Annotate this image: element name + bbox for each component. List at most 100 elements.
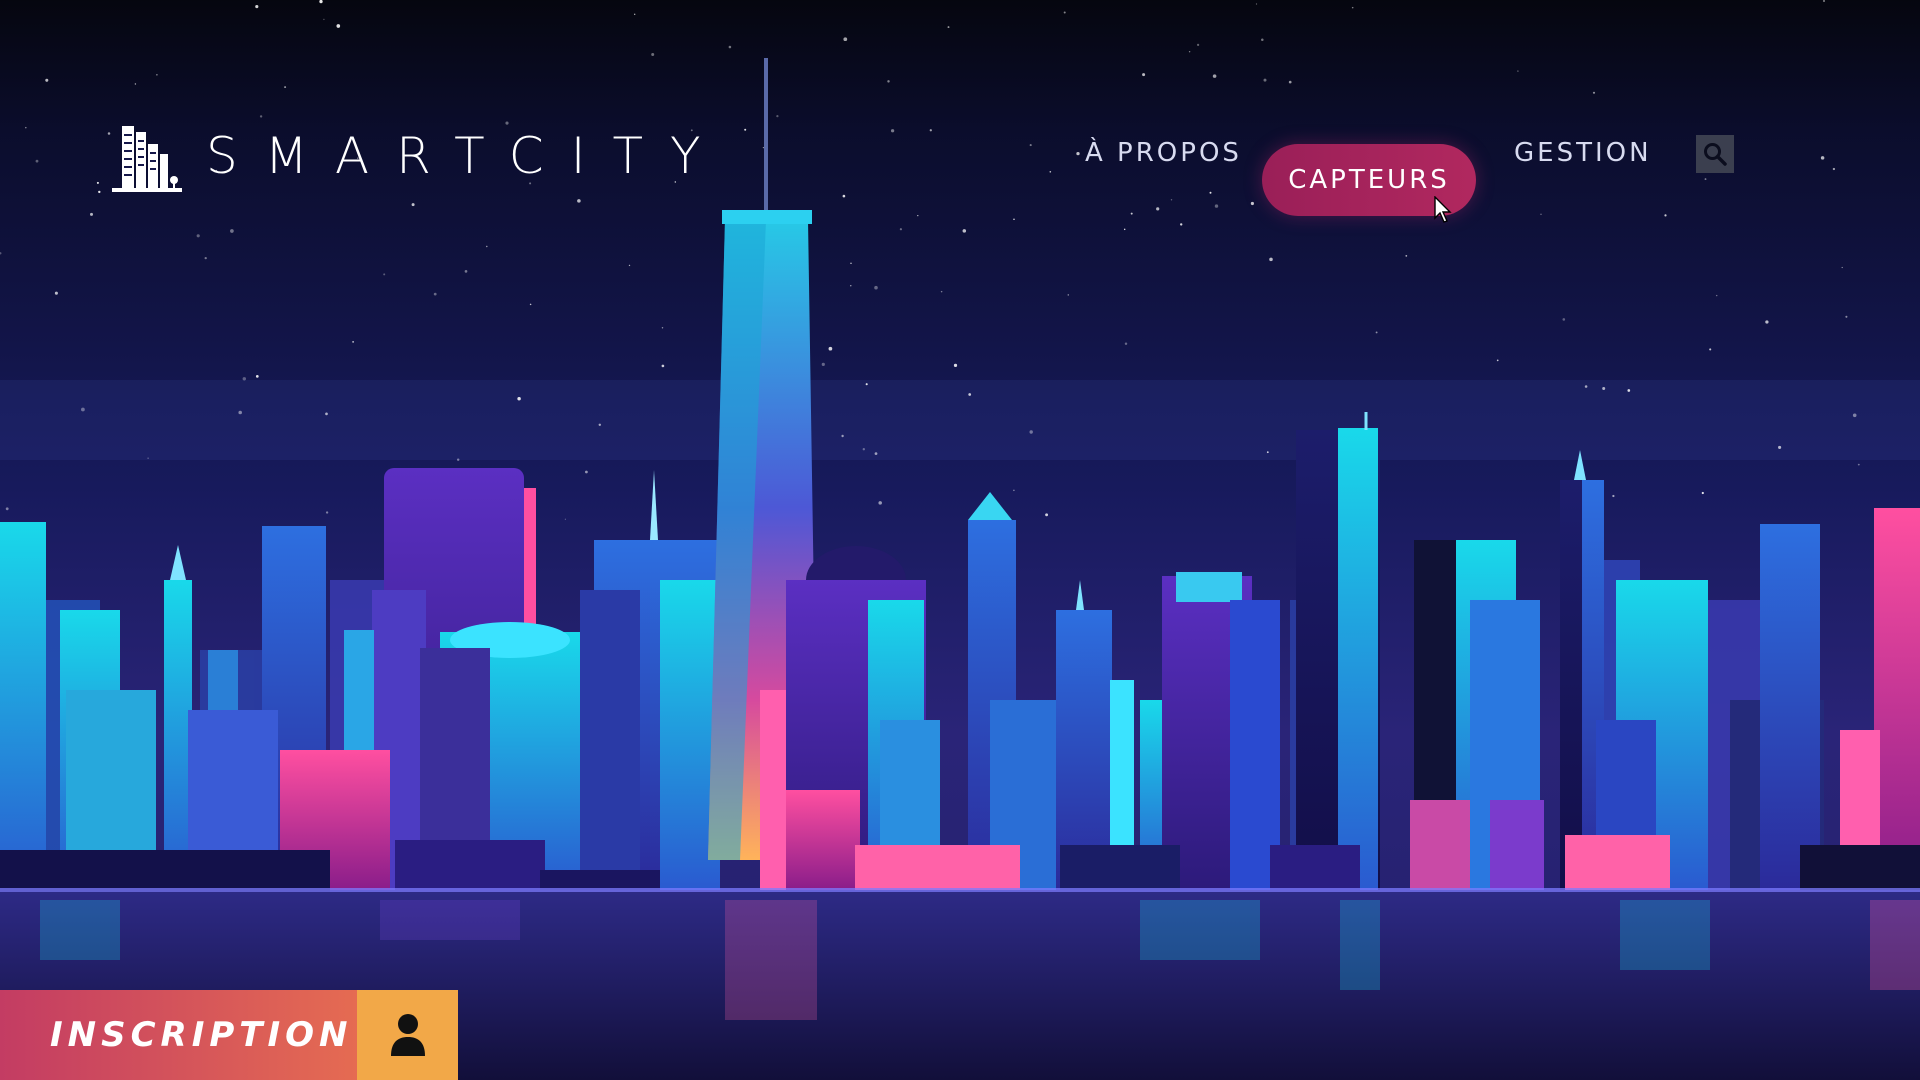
star	[728, 45, 732, 49]
star	[1857, 463, 1860, 466]
star	[230, 229, 234, 233]
star	[134, 83, 137, 85]
star	[90, 212, 93, 216]
star	[255, 5, 259, 9]
search-icon	[1704, 143, 1727, 166]
star	[1013, 489, 1015, 492]
nav-item-sensors[interactable]: CAPTEURS	[1262, 144, 1476, 216]
star	[1255, 3, 1258, 5]
star	[874, 285, 878, 290]
star	[5, 507, 9, 511]
star	[564, 518, 567, 520]
nav-item-management[interactable]: GESTION	[1514, 130, 1652, 176]
star	[1612, 494, 1615, 498]
star	[661, 327, 664, 329]
star	[929, 129, 932, 132]
star	[464, 270, 468, 273]
star	[259, 115, 263, 118]
star	[196, 234, 200, 238]
star	[762, 147, 765, 149]
brand-name: SMARTCITY	[206, 127, 728, 185]
star	[1045, 513, 1049, 517]
star	[1288, 80, 1292, 84]
star	[1029, 430, 1033, 434]
star	[325, 412, 328, 416]
star	[842, 194, 846, 198]
star	[323, 18, 325, 21]
star	[156, 74, 158, 76]
star	[284, 86, 287, 89]
star	[1029, 144, 1032, 147]
star	[336, 24, 341, 28]
brand-logo[interactable]: SMARTCITY	[112, 120, 728, 192]
nav-item-about[interactable]: À PROPOS	[1085, 130, 1242, 176]
star	[1841, 266, 1843, 269]
inscription-button[interactable]: INSCRIPTION	[0, 990, 458, 1080]
star	[204, 256, 207, 260]
star	[35, 159, 39, 163]
star	[899, 228, 902, 231]
star	[843, 37, 848, 42]
star	[517, 396, 521, 401]
star	[598, 423, 601, 426]
star	[947, 26, 950, 29]
star	[1592, 91, 1596, 94]
star	[841, 434, 844, 438]
star	[98, 190, 101, 194]
main-nav: À PROPOS CAPTEURS GESTION	[1070, 130, 1840, 230]
star	[1496, 359, 1499, 362]
inscription-label: INSCRIPTION	[0, 990, 357, 1080]
star	[1517, 70, 1519, 72]
star	[486, 245, 488, 248]
star	[529, 303, 532, 306]
star	[383, 273, 386, 276]
star	[890, 129, 895, 133]
star	[96, 181, 99, 184]
star	[1701, 491, 1704, 495]
star	[255, 375, 259, 378]
star	[1188, 50, 1191, 53]
star	[1067, 294, 1070, 296]
star	[456, 458, 460, 461]
star	[651, 53, 655, 56]
star	[862, 448, 865, 451]
star	[1212, 74, 1217, 78]
star	[634, 13, 636, 15]
star	[352, 341, 354, 343]
star	[1351, 6, 1354, 9]
star	[628, 264, 631, 267]
star	[850, 262, 852, 264]
star	[54, 291, 58, 295]
star	[940, 290, 943, 293]
star	[147, 457, 149, 459]
star	[585, 470, 588, 474]
star	[821, 362, 825, 366]
star	[962, 229, 967, 233]
star	[1269, 257, 1273, 262]
star	[1765, 320, 1769, 324]
star	[1142, 73, 1146, 77]
star	[874, 452, 878, 455]
star	[411, 203, 415, 207]
star	[1845, 315, 1848, 318]
star	[1562, 318, 1566, 321]
star	[1013, 218, 1015, 220]
star	[242, 377, 247, 381]
star	[433, 292, 437, 296]
star	[25, 126, 27, 129]
star	[1405, 255, 1408, 257]
star	[878, 501, 882, 505]
star	[1375, 331, 1378, 334]
star	[107, 132, 111, 135]
search-button[interactable]	[1696, 135, 1734, 173]
star	[887, 80, 890, 83]
star	[744, 128, 747, 131]
star	[1602, 387, 1606, 390]
star	[1852, 413, 1857, 418]
star	[1124, 342, 1128, 345]
star	[1261, 38, 1264, 42]
star	[776, 114, 779, 118]
star	[81, 407, 85, 412]
star	[1063, 11, 1066, 14]
star	[1778, 445, 1782, 449]
